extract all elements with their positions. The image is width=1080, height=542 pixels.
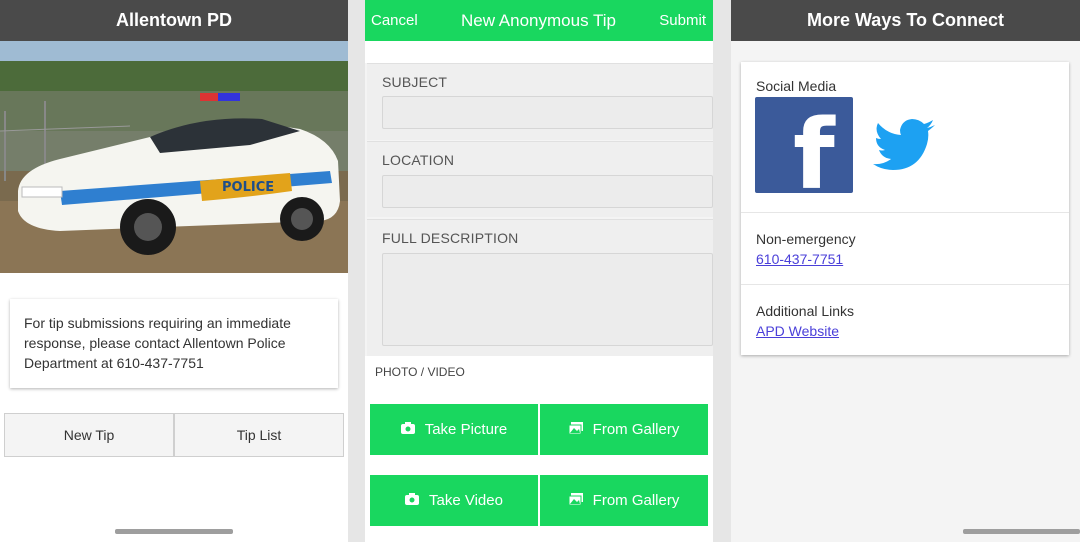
picture-gallery-button[interactable]: From Gallery [540,404,708,455]
location-label: LOCATION [382,152,455,168]
description-section: FULL DESCRIPTION [367,219,713,356]
camera-icon [405,492,420,509]
tip-list-button[interactable]: Tip List [174,413,344,457]
subject-section: SUBJECT [367,63,713,140]
description-label: FULL DESCRIPTION [382,230,519,246]
subject-label: SUBJECT [382,74,448,90]
gallery-icon [568,421,583,438]
tip-form-header: Cancel New Anonymous Tip Submit [365,0,713,41]
phone-link[interactable]: 610-437-7751 [756,251,843,267]
police-decal: POLICE [222,180,274,195]
gallery-icon [568,492,583,509]
non-emergency-section: Non-emergency 610-437-7751 [741,213,1069,285]
screen-gap [713,0,731,542]
non-emergency-label: Non-emergency [756,231,856,247]
take-video-label: Take Video [429,492,503,509]
location-section: LOCATION [367,141,713,217]
connect-card: Social Media f Non-emergency 610-437-775… [741,62,1069,355]
take-video-button[interactable]: Take Video [370,475,538,526]
emergency-info-text: For tip submissions requiring an immedia… [24,315,291,371]
connect-header: More Ways To Connect [731,0,1080,41]
additional-links-label: Additional Links [756,303,855,319]
submit-button[interactable]: Submit [659,12,706,29]
nav-handle[interactable] [115,529,233,534]
tip-list-label: Tip List [236,427,282,443]
new-tip-button[interactable]: New Tip [4,413,174,457]
header-spacer [365,41,713,63]
emergency-info-card: For tip submissions requiring an immedia… [10,299,338,388]
home-screen: Allentown PD POLICE For tip submissions … [0,0,348,542]
cancel-button[interactable]: Cancel [371,12,418,29]
screen-gap [348,0,365,542]
additional-links-section: Additional Links APD Website [741,285,1069,355]
twitter-icon[interactable] [873,117,937,173]
nav-handle[interactable] [963,529,1080,534]
app-title: Allentown PD [116,10,232,30]
social-media-section: Social Media f [741,62,1069,213]
location-input[interactable] [382,175,713,208]
new-tip-label: New Tip [63,427,115,443]
take-picture-button[interactable]: Take Picture [370,404,538,455]
app-header: Allentown PD [0,0,348,41]
take-picture-label: Take Picture [424,421,508,438]
video-gallery-label: From Gallery [592,492,680,509]
video-gallery-button[interactable]: From Gallery [540,475,708,526]
police-car-photo: POLICE [0,41,348,273]
form-title: New Anonymous Tip [461,10,616,30]
description-textarea[interactable] [382,253,713,346]
connect-title: More Ways To Connect [806,10,1004,30]
facebook-icon[interactable]: f [755,97,853,193]
subject-input[interactable] [382,96,713,129]
new-tip-screen: Cancel New Anonymous Tip Submit SUBJECT … [365,0,713,542]
camera-icon [400,421,415,438]
social-media-label: Social Media [756,78,837,94]
picture-gallery-label: From Gallery [592,421,680,438]
website-link[interactable]: APD Website [756,323,839,339]
connect-screen: More Ways To Connect Social Media f Non-… [731,0,1080,542]
photo-video-label: PHOTO / VIDEO [375,365,465,379]
